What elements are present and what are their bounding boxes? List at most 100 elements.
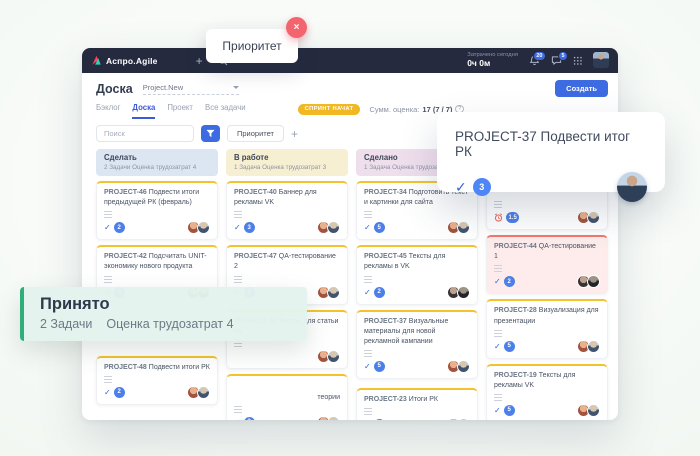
kanban-card[interactable]: PROJECT-40Баннер для рекламы VK ✓ 3 <box>226 181 348 240</box>
close-icon[interactable]: × <box>286 17 307 38</box>
avatar <box>197 386 210 399</box>
description-icon <box>104 211 112 218</box>
create-button[interactable]: Создать <box>555 80 608 97</box>
check-icon: ✓ <box>364 362 371 371</box>
card-code: PROJECT-48 <box>104 364 147 371</box>
description-icon <box>104 376 112 383</box>
estimate-badge: 3 <box>473 178 491 196</box>
notifications-badge: 20 <box>533 51 546 61</box>
alarm-clock-icon <box>494 213 503 222</box>
card-avatars <box>320 221 340 234</box>
card-title: PROJECT-23Итоги РК <box>364 395 470 405</box>
check-icon: ✓ <box>104 388 111 397</box>
card-footer: ✓ 2 <box>364 286 470 299</box>
score-label: Сумм. оценка: <box>369 105 419 114</box>
accepted-title: Принято <box>40 295 291 314</box>
estimate-badge: 3 <box>244 417 255 420</box>
accepted-meta: 2 Задачи Оценка трудозатрат 4 <box>40 317 291 331</box>
assignee-avatar <box>617 172 647 202</box>
description-icon <box>364 350 372 357</box>
card-code: PROJECT-44 <box>494 243 537 250</box>
accepted-estimate: Оценка трудозатрат 4 <box>106 317 233 331</box>
check-icon: ✓ <box>234 418 241 420</box>
card-title: PROJECT-28Визуализация для презентации <box>494 306 600 326</box>
card-footer: ✓ 2 <box>494 275 600 288</box>
estimate-badge: 2 <box>114 222 125 233</box>
priority-filter-chip[interactable]: Приоритет <box>227 125 284 142</box>
kanban-card[interactable]: PROJECT-37Визуальные материалы для новой… <box>356 310 478 379</box>
brand[interactable]: Аспро.Agile <box>91 55 158 66</box>
tab-all-tasks[interactable]: Все задачи <box>205 103 246 119</box>
column-in-progress: В работе 1 Задача Оценка трудозатрат 3 P… <box>226 149 348 420</box>
user-avatar[interactable] <box>593 52 609 68</box>
sprint-status-badge: СПРИНТ НАЧАТ <box>298 104 361 115</box>
avatar <box>327 416 340 420</box>
card-title: теории <box>234 381 340 403</box>
estimate-badge: 3 <box>244 222 255 233</box>
description-icon <box>234 276 242 283</box>
card-code: PROJECT-28 <box>494 307 537 314</box>
card-avatars <box>450 286 470 299</box>
avatar <box>457 286 470 299</box>
card-footer: ✓ 5 <box>494 340 600 353</box>
description-icon <box>364 211 372 218</box>
estimate-badge: 5 <box>374 222 385 233</box>
kanban-card[interactable]: теории ✓ 3 <box>226 374 348 420</box>
card-avatars <box>450 360 470 373</box>
estimate-badge: 2 <box>374 287 385 298</box>
card-title: PROJECT-42Подсчитать UNIT-экономику ново… <box>104 252 210 272</box>
kanban-card[interactable]: PROJECT-46Подвести итоги предыдущей РК (… <box>96 181 218 240</box>
card-code: PROJECT-45 <box>364 253 407 260</box>
card-footer: ✓ 3 <box>234 221 340 234</box>
description-icon <box>494 265 502 272</box>
search-input[interactable] <box>96 125 194 142</box>
estimate-badge: 5 <box>504 405 515 416</box>
column-name: В работе <box>234 153 340 162</box>
project-select[interactable]: Project.New <box>143 83 239 95</box>
task-preview-title: PROJECT-37 Подвести итог РК <box>455 129 647 159</box>
priority-tooltip: Приоритет × <box>206 29 298 63</box>
description-icon <box>494 330 502 337</box>
task-preview-card[interactable]: PROJECT-37 Подвести итог РК ✓ 3 <box>437 112 665 192</box>
brand-name: Аспро.Agile <box>106 56 158 66</box>
description-icon <box>364 276 372 283</box>
kanban-card[interactable]: PROJECT-48Подвести итоги РК ✓ 2 <box>96 356 218 405</box>
kanban-card[interactable]: PROJECT-45Тексты для рекламы в VK ✓ 2 <box>356 245 478 304</box>
kanban-card[interactable]: PROJECT-19Тексты для рекламы VK ✓ 5 <box>486 364 608 420</box>
notifications-button[interactable]: 20 <box>529 55 540 66</box>
tab-backlog[interactable]: Бэклог <box>96 103 120 119</box>
card-title: PROJECT-47QA-тестирование 2 <box>234 252 340 272</box>
kanban-card[interactable]: PROJECT-23Итоги РК ✓ 5 <box>356 388 478 420</box>
tab-project[interactable]: Проект <box>167 103 193 119</box>
kanban-card[interactable]: PROJECT-44QA-тестирование 1 ✓ 2 <box>486 235 608 294</box>
card-title: PROJECT-40Баннер для рекламы VK <box>234 188 340 208</box>
add-icon[interactable]: + <box>196 55 203 67</box>
tab-board[interactable]: Доска <box>132 103 155 119</box>
kanban-card[interactable]: PROJECT-28Визуализация для презентации ✓… <box>486 299 608 358</box>
estimate-badge: 2 <box>504 276 515 287</box>
card-avatars <box>190 221 210 234</box>
time-tracker: Затрачено сегодня 0ч 0м <box>467 52 518 68</box>
description-icon <box>104 276 112 283</box>
add-filter-button[interactable]: + <box>291 128 298 140</box>
card-avatars <box>580 211 600 224</box>
estimate-badge: 5 <box>374 361 385 372</box>
avatar <box>327 221 340 234</box>
filter-button[interactable] <box>201 125 220 142</box>
messages-button[interactable]: 5 <box>551 55 562 66</box>
card-footer: ✓ 2 <box>104 386 210 399</box>
card-code: PROJECT-47 <box>234 253 277 260</box>
card-avatars <box>320 286 340 299</box>
card-code: PROJECT-19 <box>494 372 537 379</box>
card-title-text: Подвести итоги РК <box>149 364 210 371</box>
card-code: PROJECT-34 <box>364 189 407 196</box>
card-avatars <box>580 275 600 288</box>
column-cards: PROJECT-34Подготовить текст и картинки д… <box>356 181 478 420</box>
funnel-icon <box>206 129 215 138</box>
card-avatars <box>580 340 600 353</box>
card-avatars <box>320 416 340 420</box>
description-icon <box>234 211 242 218</box>
apps-grid-icon[interactable] <box>573 56 582 65</box>
card-footer: ✓ 3 <box>234 416 340 420</box>
description-icon <box>234 406 242 413</box>
